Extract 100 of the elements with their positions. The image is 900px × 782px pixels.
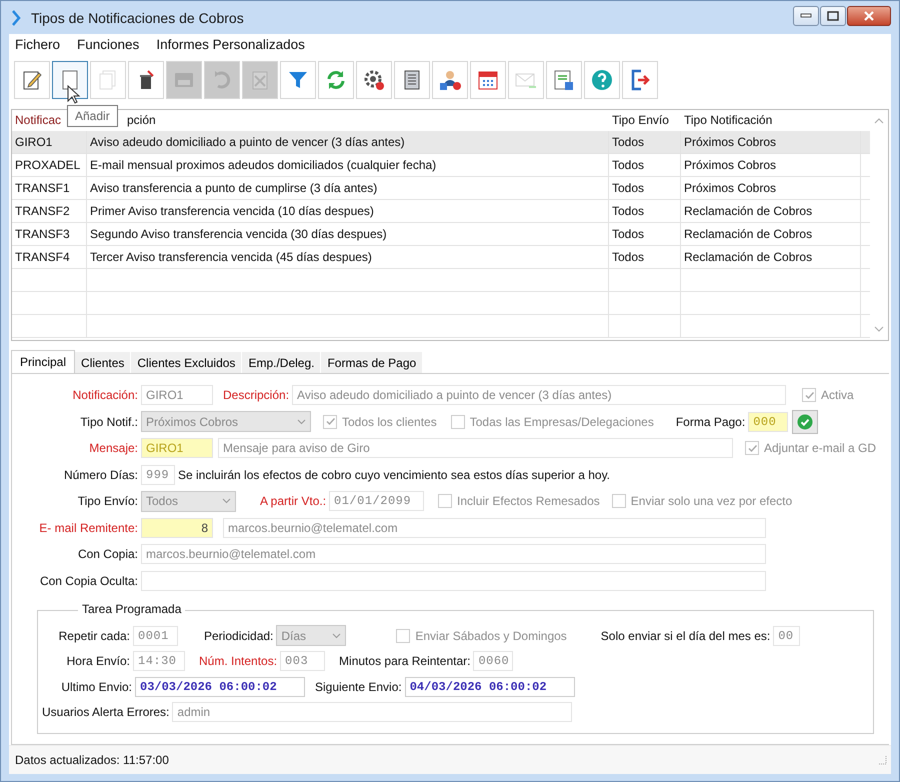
field-label: Hora Envío: bbox=[66, 654, 130, 668]
check-icon bbox=[804, 390, 815, 401]
field-label: Solo enviar si el día del mes es: bbox=[600, 628, 770, 643]
table-cell: Aviso adeudo domiciliado a puinto de vencer (3 días antes) bbox=[87, 131, 609, 153]
table-row[interactable]: TRANSF3 Segundo Aviso transferencia vencida (30 días despues) Todos Reclamación de Cobros bbox=[12, 223, 870, 246]
table-cell: Próximos Cobros bbox=[681, 177, 861, 199]
table-cell: Todos bbox=[609, 177, 681, 199]
table-cell: Próximos Cobros bbox=[681, 131, 861, 153]
table-row[interactable]: PROXADEL E-mail mensual proximos adeudos domiciliados (cualquier fecha) Todos Próximos Cobros bbox=[12, 154, 870, 177]
table-cell: Todos bbox=[609, 200, 681, 222]
table-cell: Segundo Aviso transferencia vencida (30 días despues) bbox=[87, 223, 609, 245]
input-field[interactable]: 04/03/2026 06:00:02 bbox=[404, 676, 575, 697]
input-field[interactable]: marcos.beurnio@telematel.com bbox=[141, 544, 766, 564]
field-label: Con Copia: bbox=[76, 547, 138, 562]
maximize-icon bbox=[827, 11, 839, 21]
table-cell: Todos bbox=[609, 131, 681, 153]
table-cell: TRANSF3 bbox=[12, 223, 87, 245]
menu-item[interactable]: Fichero bbox=[15, 37, 60, 55]
table-cell: Todos bbox=[609, 246, 681, 268]
input-field[interactable]: GIRO1 bbox=[141, 438, 213, 458]
input-field[interactable]: Aviso adeudo domiciliado a puinto de vencer (3 días antes) bbox=[292, 385, 786, 406]
input-field[interactable]: 14:30 bbox=[133, 651, 185, 672]
table-cell: TRANSF1 bbox=[12, 177, 87, 199]
table-cell: PROXADEL bbox=[12, 154, 87, 176]
minimize-button[interactable] bbox=[793, 6, 819, 26]
input-field[interactable]: 0001 bbox=[133, 626, 178, 646]
confirm-button[interactable] bbox=[792, 410, 818, 434]
person-icon bbox=[438, 68, 462, 92]
field-label: E- mail Remitente: bbox=[38, 520, 138, 535]
table-cell: Todos bbox=[609, 154, 681, 176]
window-title: Tipos de Notificaciones de Cobros bbox=[31, 10, 244, 26]
check-circle-icon bbox=[797, 414, 814, 430]
column-header[interactable]: Tipo Notificación bbox=[681, 110, 861, 131]
input-field[interactable]: 01/01/2099 bbox=[329, 491, 424, 512]
caret-icon bbox=[332, 632, 342, 639]
field-label: Minutos para Reintentar: bbox=[339, 654, 470, 668]
table-cell: Próximos Cobros bbox=[681, 154, 861, 176]
tab[interactable]: Emp./Deleg. bbox=[242, 352, 322, 373]
field-label: Notificación: bbox=[72, 388, 138, 402]
input-field[interactable]: 999 bbox=[141, 464, 175, 485]
input-field[interactable]: 0060 bbox=[473, 651, 514, 672]
check-icon bbox=[324, 416, 336, 428]
input-field[interactable]: 03/03/2026 06:00:02 bbox=[135, 676, 305, 697]
tooltip: Añadir bbox=[67, 105, 118, 127]
group-title: Tarea Programada bbox=[78, 602, 186, 616]
form-icon bbox=[552, 68, 576, 92]
tab[interactable]: Formas de Pago bbox=[321, 352, 424, 373]
table-cell: Todos bbox=[609, 223, 681, 245]
tab[interactable]: Clientes bbox=[75, 352, 132, 373]
table-cell: TRANSF4 bbox=[12, 246, 87, 268]
input-field[interactable]: GIRO1 bbox=[141, 385, 213, 406]
field-label: Periodicidad: bbox=[204, 628, 274, 643]
field-label: Número Días: bbox=[62, 468, 138, 482]
table-cell: Primer Aviso transferencia vencida (10 días despues) bbox=[87, 200, 609, 222]
column-header[interactable]: Tipo Envío bbox=[609, 110, 681, 131]
table-cell: TRANSF2 bbox=[12, 200, 87, 222]
status-text: Datos actualizados: 11:57:00 bbox=[15, 753, 169, 767]
table-cell: Aviso transferencia a punto de cumplirse (3 día antes) bbox=[87, 177, 609, 199]
input-field[interactable]: 00 bbox=[773, 626, 800, 646]
scroll-up-icon bbox=[874, 118, 884, 124]
table-row[interactable]: TRANSF2 Primer Aviso transferencia vencida (10 días despues) Todos Reclamación de Cobros bbox=[12, 200, 870, 223]
input-field[interactable]: 000 bbox=[748, 412, 788, 432]
table-cell: E-mail mensual proximos adeudos domiciliados (cualquier fecha) bbox=[87, 154, 609, 176]
caret-icon bbox=[297, 418, 306, 425]
table-cell: Tercer Aviso transferencia vencida (45 días despues) bbox=[87, 246, 609, 268]
caret-icon bbox=[222, 498, 231, 504]
close-icon bbox=[863, 11, 875, 21]
minimize-icon bbox=[800, 13, 812, 19]
input-field[interactable]: 003 bbox=[280, 651, 326, 672]
field-label: Núm. Intentos: bbox=[199, 654, 278, 668]
field-label: Tipo Notif.: bbox=[79, 414, 138, 429]
input-field[interactable]: marcos.beurnio@telematel.com bbox=[223, 518, 766, 538]
field-label: A partir Vto.: bbox=[260, 494, 326, 508]
field-label: Ultimo Envio: bbox=[60, 680, 132, 694]
field-label: Usuarios Alerta Errores: bbox=[42, 705, 170, 720]
field-label: Descripción: bbox=[223, 388, 290, 402]
maximize-button[interactable] bbox=[820, 6, 846, 26]
resize-grip-icon bbox=[877, 755, 887, 765]
input-field[interactable]: admin bbox=[172, 702, 572, 722]
close-button[interactable] bbox=[847, 6, 891, 26]
menu-item[interactable]: Informes Personalizados bbox=[156, 37, 305, 55]
field-label: Siguiente Envio: bbox=[315, 680, 402, 694]
mouse-pointer-icon bbox=[67, 85, 81, 105]
toolbar-button[interactable] bbox=[52, 61, 88, 99]
table-row[interactable]: TRANSF1 Aviso transferencia a punto de cumplirse (3 día antes) Todos Próximos Cobros bbox=[12, 177, 870, 200]
table-cell: Reclamación de Cobros bbox=[681, 246, 861, 268]
input-field[interactable]: Mensaje para aviso de Giro bbox=[218, 438, 733, 458]
field-label: Repetir cada: bbox=[58, 628, 130, 643]
table-row[interactable]: TRANSF4 Tercer Aviso transferencia vencida (45 días despues) Todos Reclamación de Cobros bbox=[12, 246, 870, 269]
tab[interactable]: Principal bbox=[11, 350, 76, 373]
input-field[interactable] bbox=[141, 570, 766, 591]
field-label: Forma Pago: bbox=[676, 414, 746, 429]
table-row[interactable]: GIRO1 Aviso adeudo domiciliado a puinto de vencer (3 días antes) Todos Próximos Cobros bbox=[12, 131, 870, 154]
field-label: Con Copia Oculta: bbox=[38, 574, 138, 588]
scroll-down-icon bbox=[874, 326, 884, 332]
tab[interactable]: Clientes Excluidos bbox=[131, 352, 242, 373]
input-field[interactable]: 8 bbox=[141, 518, 213, 538]
menu-item[interactable]: Funciones bbox=[77, 37, 140, 55]
field-label: Mensaje: bbox=[88, 441, 138, 456]
field-label: Tipo Envío: bbox=[76, 494, 138, 508]
